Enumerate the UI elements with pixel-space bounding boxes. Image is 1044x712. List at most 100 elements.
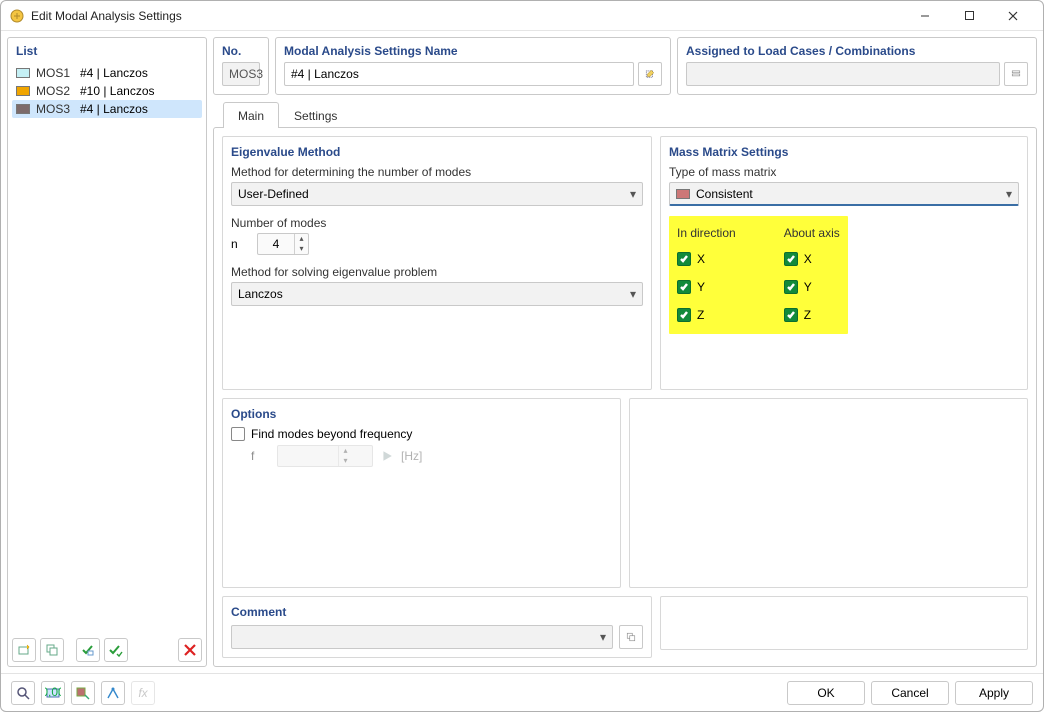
list-item[interactable]: MOS2 #10 | Lanczos <box>12 82 202 100</box>
num-modes-input[interactable] <box>258 236 294 252</box>
dir-z-checkbox[interactable]: Z <box>677 308 736 322</box>
step-down-icon: ▾ <box>339 456 352 466</box>
comment-title: Comment <box>231 605 643 619</box>
color-swatch <box>16 68 30 78</box>
num-modes-symbol: n <box>231 237 249 251</box>
list-item-label: #4 | Lanczos <box>80 102 148 116</box>
display-tool-button[interactable] <box>71 681 95 705</box>
function-tool-button: fx <box>131 681 155 705</box>
list-panel: List MOS1 #4 | Lanczos MOS2 #10 | Lanczo… <box>7 37 207 667</box>
no-panel: No. MOS3 <box>213 37 269 95</box>
freq-input <box>278 448 338 464</box>
solve-label: Method for solving eigenvalue problem <box>231 265 643 279</box>
list-item[interactable]: MOS3 #4 | Lanczos <box>12 100 202 118</box>
color-swatch <box>676 189 690 199</box>
cancel-button[interactable]: Cancel <box>871 681 949 705</box>
close-button[interactable] <box>991 2 1035 30</box>
about-axis-header: About axis <box>784 226 840 240</box>
new-item-button[interactable] <box>12 638 36 662</box>
axis-z-checkbox[interactable]: Z <box>784 308 840 322</box>
checkbox-icon <box>231 427 245 441</box>
no-header: No. <box>214 38 268 62</box>
footer: 0,00 fx OK Cancel Apply <box>1 673 1043 711</box>
name-input[interactable] <box>284 62 634 86</box>
mass-group: Mass Matrix Settings Type of mass matrix… <box>660 136 1028 390</box>
in-direction-header: In direction <box>677 226 736 240</box>
color-swatch <box>16 86 30 96</box>
search-tool-button[interactable] <box>11 681 35 705</box>
list-item-label: #4 | Lanczos <box>80 66 148 80</box>
list-body[interactable]: MOS1 #4 | Lanczos MOS2 #10 | Lanczos MOS… <box>8 62 206 634</box>
app-icon <box>9 8 25 24</box>
options-group: Options Find modes beyond frequency f <box>222 398 621 588</box>
mass-title: Mass Matrix Settings <box>669 145 1019 159</box>
list-item-code: MOS1 <box>36 66 74 80</box>
chevron-down-icon: ▾ <box>600 630 606 644</box>
window-title: Edit Modal Analysis Settings <box>31 9 903 23</box>
name-panel: Modal Analysis Settings Name <box>275 37 671 95</box>
list-item[interactable]: MOS1 #4 | Lanczos <box>12 64 202 82</box>
method-modes-select[interactable]: User-Defined ▾ <box>231 182 643 206</box>
apply-button[interactable]: Apply <box>955 681 1033 705</box>
find-modes-label: Find modes beyond frequency <box>251 427 412 441</box>
num-modes-stepper[interactable]: ▴▾ <box>257 233 309 255</box>
assigned-field <box>686 62 1000 86</box>
axis-y-checkbox[interactable]: Y <box>784 280 840 294</box>
freq-unit: [Hz] <box>401 449 422 463</box>
method-modes-label: Method for determining the number of mod… <box>231 165 643 179</box>
mass-type-value: Consistent <box>696 187 753 201</box>
step-down-icon[interactable]: ▾ <box>295 244 308 254</box>
eigenvalue-title: Eigenvalue Method <box>231 145 643 159</box>
minimize-button[interactable] <box>903 2 947 30</box>
color-swatch <box>16 104 30 114</box>
empty-panel <box>629 398 1028 588</box>
assigned-panel: Assigned to Load Cases / Combinations <box>677 37 1037 95</box>
empty-panel <box>660 596 1028 650</box>
axis-x-checkbox[interactable]: X <box>784 252 840 266</box>
eigenvalue-group: Eigenvalue Method Method for determining… <box>222 136 652 390</box>
list-header: List <box>8 38 206 62</box>
step-up-icon: ▴ <box>339 446 352 456</box>
comment-group: Comment ▾ <box>222 596 652 658</box>
list-item-code: MOS2 <box>36 84 74 98</box>
assigned-header: Assigned to Load Cases / Combinations <box>678 38 1036 62</box>
delete-item-button[interactable] <box>178 638 202 662</box>
svg-text:0,00: 0,00 <box>45 685 61 699</box>
comment-edit-button[interactable] <box>619 625 643 649</box>
freq-stepper: ▴▾ <box>277 445 373 467</box>
solve-select[interactable]: Lanczos ▾ <box>231 282 643 306</box>
options-title: Options <box>231 407 612 421</box>
freq-symbol: f <box>251 449 269 463</box>
highlight-region: In direction X Y Z About axis X <box>669 216 848 334</box>
dir-y-checkbox[interactable]: Y <box>677 280 736 294</box>
maximize-button[interactable] <box>947 2 991 30</box>
chevron-down-icon: ▾ <box>630 287 636 301</box>
num-modes-label: Number of modes <box>231 216 643 230</box>
name-header: Modal Analysis Settings Name <box>276 38 670 62</box>
tab-main[interactable]: Main <box>223 102 279 128</box>
solve-value: Lanczos <box>238 287 283 301</box>
comment-select[interactable]: ▾ <box>231 625 613 649</box>
list-item-label: #10 | Lanczos <box>80 84 155 98</box>
chevron-down-icon: ▾ <box>630 187 636 201</box>
titlebar: Edit Modal Analysis Settings <box>1 1 1043 31</box>
check-apply-all-button[interactable] <box>104 638 128 662</box>
mass-type-label: Type of mass matrix <box>669 165 1019 179</box>
assigned-edit-button[interactable] <box>1004 62 1028 86</box>
mass-type-select[interactable]: Consistent ▾ <box>669 182 1019 206</box>
units-tool-button[interactable]: 0,00 <box>41 681 65 705</box>
member-tool-button[interactable] <box>101 681 125 705</box>
copy-item-button[interactable] <box>40 638 64 662</box>
ok-button[interactable]: OK <box>787 681 865 705</box>
dir-x-checkbox[interactable]: X <box>677 252 736 266</box>
tab-settings[interactable]: Settings <box>279 102 352 128</box>
svg-text:fx: fx <box>138 686 148 700</box>
step-up-icon[interactable]: ▴ <box>295 234 308 244</box>
play-icon <box>381 450 393 462</box>
find-modes-checkbox[interactable]: Find modes beyond frequency <box>231 427 612 441</box>
chevron-down-icon: ▾ <box>1006 187 1012 201</box>
method-modes-value: User-Defined <box>238 187 309 201</box>
check-apply-button[interactable] <box>76 638 100 662</box>
rename-button[interactable] <box>638 62 662 86</box>
no-value: MOS3 <box>222 62 260 86</box>
